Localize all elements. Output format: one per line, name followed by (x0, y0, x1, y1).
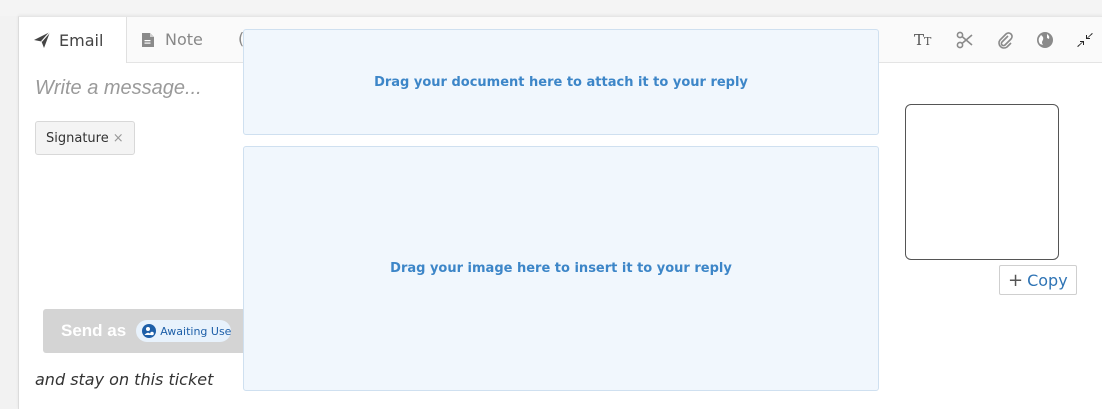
stay-on-ticket-text: and stay on this ticket (35, 370, 214, 389)
copy-button-label: Copy (1027, 270, 1068, 290)
svg-text:T: T (924, 35, 932, 48)
reply-composer: Email Note ( T T Write a message... Sign… (18, 16, 1102, 409)
text-format-icon[interactable]: T T (907, 17, 943, 62)
svg-text:T: T (914, 32, 924, 48)
window-top-strip (0, 0, 1102, 16)
image-dropzone-label: Drag your image here to insert it to you… (390, 261, 732, 276)
scissors-icon[interactable] (947, 17, 983, 62)
document-dropzone[interactable]: Drag your document here to attach it to … (243, 29, 879, 135)
signature-chip-label: Signature (46, 130, 109, 146)
copy-button[interactable]: + Copy (999, 265, 1077, 295)
globe-icon[interactable] (1027, 17, 1063, 62)
tab-email[interactable]: Email (19, 17, 127, 63)
remove-signature-icon[interactable]: × (113, 131, 124, 146)
note-icon (139, 31, 157, 49)
message-input[interactable]: Write a message... (35, 77, 202, 100)
signature-preview-box (905, 104, 1059, 260)
plus-icon: + (1008, 269, 1024, 291)
image-dropzone[interactable]: Drag your image here to insert it to you… (243, 146, 879, 391)
collapse-icon[interactable] (1067, 17, 1102, 62)
status-badge[interactable]: Awaiting Use (136, 320, 232, 342)
user-status-icon (142, 324, 157, 338)
status-badge-label: Awaiting Use (160, 324, 232, 338)
tab-note-label: Note (165, 30, 203, 49)
composer-toolbar: T T (903, 17, 1102, 62)
tab-note[interactable]: Note (139, 17, 203, 62)
paper-plane-icon (33, 31, 51, 49)
send-as-button[interactable]: Send as Awaiting Use (43, 309, 263, 353)
send-as-label: Send as (61, 321, 127, 340)
tab-email-label: Email (59, 30, 104, 50)
paperclip-icon[interactable] (987, 17, 1023, 62)
document-dropzone-label: Drag your document here to attach it to … (374, 74, 748, 90)
signature-chip[interactable]: Signature × (35, 121, 135, 155)
